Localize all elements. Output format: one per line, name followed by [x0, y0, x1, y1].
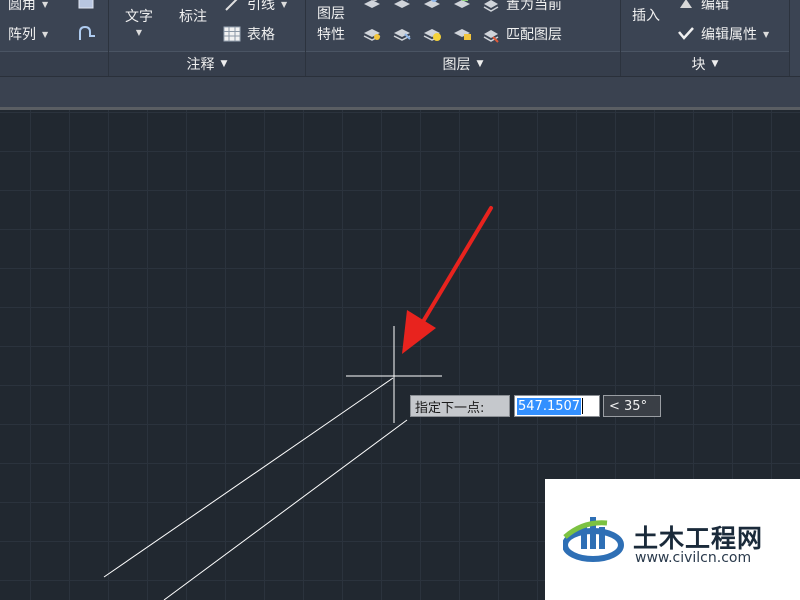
text-button[interactable]: 文字 ▼: [125, 6, 153, 37]
layer-properties-button[interactable]: 图层 特性: [317, 4, 345, 46]
match-layer-label: 匹配图层: [506, 27, 562, 43]
layer-tool-icon-4[interactable]: [452, 0, 472, 10]
array-label: 阵列: [8, 27, 36, 43]
edit-attributes-label: 编辑属性: [701, 27, 757, 43]
distance-input[interactable]: 547.1507: [514, 395, 600, 417]
chevron-down-icon: ▼: [135, 28, 143, 37]
layers-panel-footer[interactable]: 图层 ▼: [306, 51, 620, 76]
match-layer-icon: [482, 26, 500, 43]
modify-panel: 圆角 ▼ 阵列 ▼: [0, 0, 109, 76]
layer-tool-icon-1[interactable]: [362, 0, 382, 10]
leader-label: 引线: [247, 0, 275, 13]
edit-block-label: 编辑: [701, 0, 729, 13]
dynamic-input-prompt: 指定下一点:: [410, 395, 510, 417]
leader-button[interactable]: 引线 ▼: [223, 0, 287, 14]
table-label: 表格: [247, 27, 275, 43]
set-current-icon: [482, 0, 500, 12]
layers-panel: 图层 特性 置为当前 匹配图层 图层 ▼: [306, 0, 621, 76]
layer-properties-label-1: 图层: [317, 6, 345, 22]
offset-icon[interactable]: [76, 24, 98, 42]
box-icon[interactable]: [76, 0, 96, 10]
ribbon: 圆角 ▼ 阵列 ▼ 文字 ▼ 标注 引线 ▼ 表格 注释 ▼ 图层 特性 置为当…: [0, 0, 800, 77]
watermark-url: www.civilcn.com: [635, 550, 752, 566]
watermark-logo-icon: [563, 517, 624, 562]
block-panel-title: 块: [691, 57, 706, 73]
fillet-button[interactable]: 圆角 ▼: [8, 0, 48, 14]
block-panel: 插入 编辑 编辑属性 ▼ 块 ▼: [621, 0, 790, 76]
chevron-down-icon: ▼: [42, 0, 49, 9]
text-cursor: [582, 398, 584, 414]
chevron-down-icon: ▼: [220, 59, 228, 69]
chevron-down-icon: ▼: [763, 29, 770, 39]
file-tab-bar: [0, 77, 800, 107]
angle-input[interactable]: < 35°: [603, 395, 661, 417]
array-button[interactable]: 阵列 ▼: [8, 24, 48, 44]
layer-isolate-icon[interactable]: [392, 24, 412, 42]
set-current-label: 置为当前: [506, 0, 562, 13]
dimension-button[interactable]: 标注: [179, 6, 207, 26]
insert-button[interactable]: 插入: [632, 5, 660, 25]
chevron-down-icon: ▼: [42, 29, 49, 39]
insert-label: 插入: [632, 8, 660, 24]
layer-tool-icon-2[interactable]: [392, 0, 412, 10]
chevron-down-icon: ▼: [476, 59, 484, 69]
modify-panel-footer: [0, 51, 108, 76]
watermark: 土木工程网 www.civilcn.com: [545, 479, 800, 600]
fillet-label: 圆角: [8, 0, 36, 13]
layer-freeze-icon[interactable]: [422, 24, 442, 42]
drawn-line-1: [103, 377, 394, 578]
layer-lock-icon[interactable]: [452, 24, 472, 42]
layers-panel-title: 图层: [442, 57, 471, 73]
annotation-panel-title: 注释: [186, 57, 215, 73]
text-label: 文字: [125, 9, 153, 25]
leader-icon: [223, 0, 241, 12]
chevron-down-icon: ▼: [281, 0, 288, 9]
chevron-down-icon: ▼: [711, 59, 719, 69]
layer-tool-icon-3[interactable]: [422, 0, 442, 10]
prompt-text: 指定下一点:: [415, 400, 485, 416]
annotation-panel-footer[interactable]: 注释 ▼: [109, 51, 305, 76]
layer-off-icon[interactable]: [362, 24, 382, 42]
layer-properties-label-2: 特性: [317, 27, 345, 43]
edit-block-button[interactable]: 编辑: [677, 0, 729, 14]
set-current-button[interactable]: 置为当前: [482, 0, 562, 14]
distance-value: 547.1507: [517, 397, 582, 415]
dimension-label: 标注: [179, 9, 207, 25]
match-layer-button[interactable]: 匹配图层: [482, 24, 562, 44]
red-arrow-annotation: [402, 206, 493, 354]
block-edit-icon: [677, 0, 695, 12]
block-panel-footer[interactable]: 块 ▼: [621, 51, 789, 76]
edit-attributes-icon: [677, 26, 695, 42]
annotation-panel: 文字 ▼ 标注 引线 ▼ 表格 注释 ▼: [109, 0, 306, 76]
edit-attributes-button[interactable]: 编辑属性 ▼: [677, 24, 769, 44]
table-icon: [223, 26, 241, 42]
angle-value: < 35°: [609, 398, 648, 414]
table-button[interactable]: 表格: [223, 24, 275, 44]
